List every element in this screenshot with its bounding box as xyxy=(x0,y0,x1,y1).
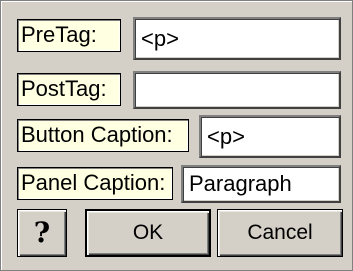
button-caption-input[interactable] xyxy=(199,115,341,158)
question-mark-icon: ? xyxy=(33,216,51,249)
help-button[interactable]: ? xyxy=(17,209,67,257)
posttag-label: PostTag: xyxy=(17,73,121,106)
pretag-label: PreTag: xyxy=(17,19,121,52)
posttag-input[interactable] xyxy=(133,71,341,109)
button-caption-label: Button Caption: xyxy=(17,119,189,152)
pretag-input[interactable] xyxy=(133,17,341,60)
panel-caption-label: Panel Caption: xyxy=(17,167,173,200)
cancel-button[interactable]: Cancel xyxy=(217,209,343,257)
tag-editor-dialog: PreTag: PostTag: Button Caption: Panel C… xyxy=(0,0,353,271)
panel-caption-input[interactable] xyxy=(181,165,341,203)
ok-button[interactable]: OK xyxy=(85,209,211,257)
